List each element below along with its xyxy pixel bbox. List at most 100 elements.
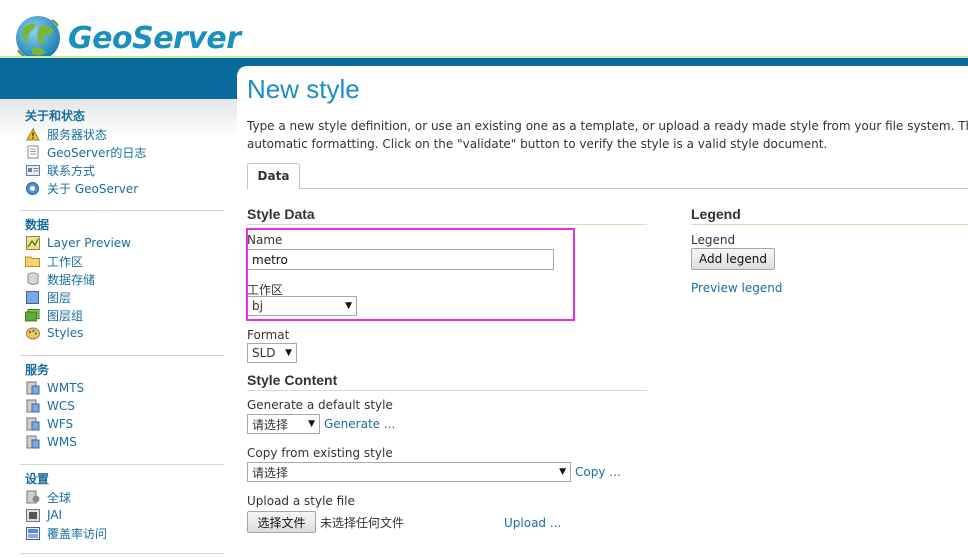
service-icon [25,435,40,449]
sidebar-item-label: 图层组 [47,308,84,323]
sidebar-item-label: 联系方式 [47,163,96,178]
add-legend-button[interactable]: Add legend [691,248,775,270]
chevron-down-icon: ▼ [559,467,566,477]
sidebar-item-workspaces[interactable]: 工作区 [20,252,224,270]
sidebar-item-label: GeoServer的日志 [47,145,147,160]
sidebar-item-log[interactable]: GeoServer的日志 [20,143,224,161]
sidebar-divider [20,464,224,465]
sidebar-item-coverage-access[interactable]: 覆盖率访问 [20,524,224,542]
style-content-heading: Style Content [247,372,338,388]
format-label: Format [247,328,290,342]
layer-group-icon [25,308,40,322]
sidebar-item-global[interactable]: 全球 [20,488,224,506]
coverage-access-icon [25,526,40,540]
copy-label: Copy from existing style [247,446,393,460]
copy-link[interactable]: Copy ... [575,465,621,479]
sidebar-item-styles[interactable]: Styles [20,324,224,342]
copy-select[interactable]: 请选择 ▼ [247,462,571,482]
chevron-down-icon: ▼ [308,419,315,429]
preview-legend-link[interactable]: Preview legend [691,281,782,295]
sidebar-section-title: 数据 [25,218,50,232]
service-icon [25,381,40,395]
sidebar-item-layer-preview[interactable]: Layer Preview [20,234,224,252]
sidebar-item-label: 服务器状态 [47,127,108,142]
legend-heading: Legend [691,206,741,222]
sidebar-item-label: Styles [47,326,84,340]
jai-icon [25,508,40,522]
sidebar-item-layer-groups[interactable]: 图层组 [20,306,224,324]
sidebar-item-wms[interactable]: WMS [20,433,224,451]
service-icon [25,399,40,413]
generate-label: Generate a default style [247,398,393,412]
format-select[interactable]: SLD ▼ [247,343,297,363]
sidebar-item-label: 关于 GeoServer [47,181,139,196]
sidebar-item-label: WMTS [47,381,85,395]
sidebar-section-about: 关于和状态 服务器状态 GeoServer的日志 联系方式 关于 GeoServ… [20,108,224,197]
upload-link[interactable]: Upload ... [504,516,561,530]
section-divider [691,224,968,225]
generate-link[interactable]: Generate ... [324,417,395,431]
style-data-heading: Style Data [247,206,315,222]
page-description: Type a new style definition, or use an e… [247,117,968,153]
sidebar-item-wfs[interactable]: WFS [20,415,224,433]
format-select-value: SLD [252,346,276,360]
legend-label: Legend [691,233,736,247]
global-settings-icon [25,490,40,504]
sidebar-item-label: Layer Preview [47,236,131,250]
generate-select-value: 请选择 [252,417,289,432]
section-divider [247,224,647,225]
sidebar-item-label: WCS [47,399,75,413]
logo-text: GeoServer [68,20,241,56]
service-icon [25,417,40,431]
styles-icon [25,327,40,340]
server-status-icon [25,127,40,141]
layer-icon [25,290,40,304]
sidebar-item-label: 工作区 [47,254,84,269]
copy-select-value: 请选择 [252,465,289,480]
sidebar-item-label: 覆盖率访问 [47,526,108,541]
page-title: New style [247,74,360,104]
layer-preview-icon [25,236,40,250]
tab-data[interactable]: Data [247,163,300,189]
log-icon [25,145,40,159]
sidebar-divider [20,210,224,211]
contact-icon [25,164,40,177]
choose-file-button[interactable]: 选择文件 [247,511,316,533]
sidebar-section-title: 服务 [25,363,50,377]
sidebar-section-title: 关于和状态 [25,109,86,123]
sidebar-item-label: WMS [47,435,77,449]
upload-label: Upload a style file [247,494,355,508]
chevron-down-icon: ▼ [285,348,292,358]
description-line: Type a new style definition, or use an e… [247,119,968,133]
sidebar-section-title: 设置 [25,472,50,486]
sidebar-divider [20,553,224,554]
sidebar-item-contact[interactable]: 联系方式 [20,161,224,179]
highlight-box [246,228,575,321]
database-icon [25,272,40,286]
sidebar-item-wcs[interactable]: WCS [20,397,224,415]
sidebar-section-data: 数据 Layer Preview 工作区 数据存储 图层 图层组 Styles [20,217,224,342]
sidebar-item-label: WFS [47,417,74,431]
sidebar-item-label: JAI [47,508,63,522]
sidebar-item-about[interactable]: 关于 GeoServer [20,179,224,197]
section-divider [247,390,647,391]
sidebar-item-layers[interactable]: 图层 [20,288,224,306]
sidebar-item-label: 图层 [47,290,72,305]
main-panel: New style Type a new style definition, o… [237,66,968,558]
generate-select[interactable]: 请选择 ▼ [247,414,320,434]
sidebar-section-services: 服务 WMTS WCS WFS WMS [20,362,224,451]
tab-divider [300,188,968,189]
about-icon [25,181,40,195]
sidebar-divider [20,355,224,356]
folder-icon [25,255,40,268]
description-line: automatic formatting. Click on the "vali… [247,137,828,151]
sidebar: 关于和状态 服务器状态 GeoServer的日志 联系方式 关于 GeoServ… [0,99,237,558]
sidebar-item-label: 数据存储 [47,272,96,287]
sidebar-item-server-status[interactable]: 服务器状态 [20,125,224,143]
sidebar-item-stores[interactable]: 数据存储 [20,270,224,288]
sidebar-section-settings: 设置 全球 JAI 覆盖率访问 [20,471,224,542]
no-file-text: 未选择任何文件 [320,516,405,530]
sidebar-item-jai[interactable]: JAI [20,506,224,524]
sidebar-item-label: 全球 [47,490,72,505]
sidebar-item-wmts[interactable]: WMTS [20,379,224,397]
